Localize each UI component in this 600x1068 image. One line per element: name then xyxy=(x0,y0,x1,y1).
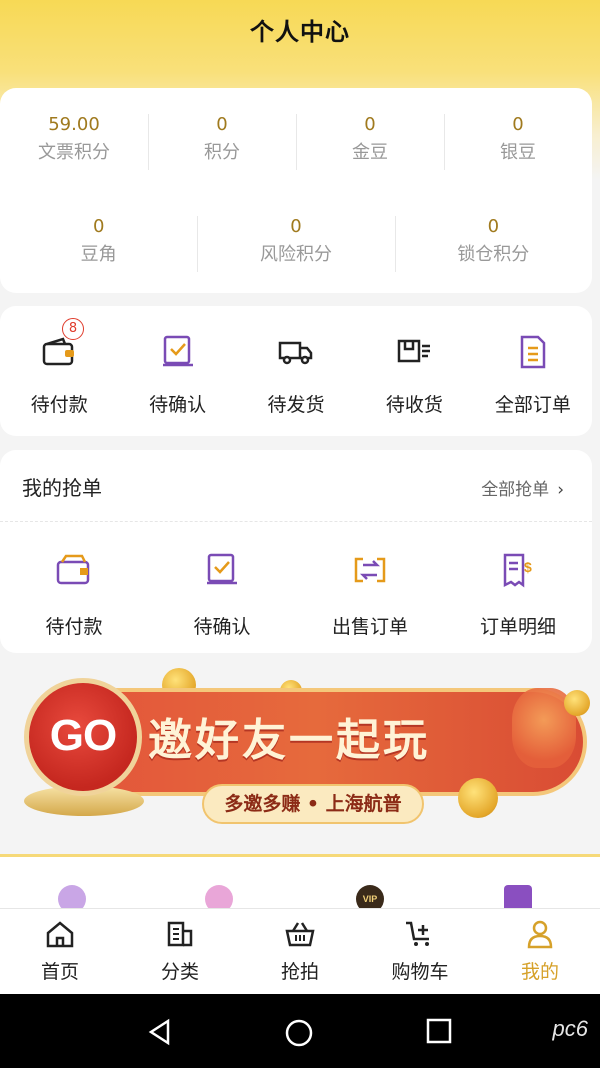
grab-order-details[interactable]: $ 订单明细 xyxy=(444,550,592,639)
all-grab-label: 全部抢单 xyxy=(481,480,550,500)
points-row-1: 59.00 文票积分 0 积分 0 金豆 0 银豆 xyxy=(0,112,592,172)
nav-label: 分类 xyxy=(160,961,199,983)
coin-decoration xyxy=(458,778,498,818)
points-value: 0 xyxy=(364,114,376,135)
services-row: VIP xyxy=(0,854,600,914)
order-pending-ship[interactable]: 待发货 xyxy=(237,332,355,417)
basket-icon xyxy=(285,922,315,947)
nav-cart[interactable]: 购物车 xyxy=(360,909,480,994)
banner-subline: 多邀多赚 • 上海航普 xyxy=(202,784,424,824)
profile-icon xyxy=(527,920,553,949)
points-label: 文票积分 xyxy=(38,142,110,163)
nav-profile[interactable]: 我的 xyxy=(480,909,600,994)
points-label: 银豆 xyxy=(500,142,536,163)
nav-label: 我的 xyxy=(520,961,559,983)
grab-label: 待确认 xyxy=(193,616,251,638)
cart-icon xyxy=(406,921,429,946)
banner-headline: 邀好友一起玩 xyxy=(148,715,430,766)
points-item-jifen[interactable]: 0 积分 xyxy=(148,112,296,172)
wallet-icon xyxy=(56,554,90,585)
wallet-icon xyxy=(42,337,75,366)
pending-count-badge: 8 xyxy=(62,318,84,340)
nav-home[interactable]: 首页 xyxy=(0,909,120,994)
points-value: 0 xyxy=(216,114,228,135)
points-value: 0 xyxy=(487,216,500,237)
grab-label: 出售订单 xyxy=(331,616,408,638)
points-item-jindou[interactable]: 0 金豆 xyxy=(296,112,444,172)
order-all[interactable]: 全部订单 xyxy=(474,332,592,417)
system-navigation-bar: pc6 xyxy=(0,994,600,1068)
order-label: 待收货 xyxy=(385,394,443,416)
points-label: 积分 xyxy=(204,142,240,163)
chevron-right-icon: › xyxy=(557,480,564,500)
points-value: 0 xyxy=(290,216,302,237)
package-icon xyxy=(398,339,431,363)
nav-label: 首页 xyxy=(40,961,79,983)
points-label: 金豆 xyxy=(352,142,388,163)
points-item-wenpiao[interactable]: 59.00 文票积分 xyxy=(0,112,148,172)
home-icon xyxy=(46,921,74,948)
points-item-locked[interactable]: 0 锁仓积分 xyxy=(394,214,592,274)
grab-label: 待付款 xyxy=(45,616,103,638)
points-value: 0 xyxy=(512,114,524,135)
nav-label: 购物车 xyxy=(391,961,449,983)
recents-icon[interactable] xyxy=(426,1018,452,1044)
points-label: 风险积分 xyxy=(259,244,332,265)
points-value: 59.00 xyxy=(48,114,100,135)
nav-grab[interactable]: 抢拍 xyxy=(240,909,360,994)
grab-header: 我的抢单 全部抢单 › xyxy=(0,450,592,522)
grab-label: 订单明细 xyxy=(479,616,556,638)
confirm-doc-icon xyxy=(207,553,237,585)
points-label: 锁仓积分 xyxy=(457,244,530,265)
points-item-risk[interactable]: 0 风险积分 xyxy=(197,214,394,274)
order-pending-receive[interactable]: 待收货 xyxy=(355,332,473,417)
order-label: 待发货 xyxy=(267,394,325,416)
grab-status-row: 待付款 待确认 出售订单 $ 订单明细 xyxy=(0,550,592,639)
order-status-row: 8 待付款 待确认 待发货 待收货 全部订单 xyxy=(0,318,592,417)
category-icon xyxy=(167,921,193,947)
points-item-yindou[interactable]: 0 银豆 xyxy=(444,112,592,172)
points-label: 豆角 xyxy=(80,244,117,265)
order-pending-payment[interactable]: 8 待付款 xyxy=(0,318,118,417)
home-circle-icon[interactable] xyxy=(284,1018,314,1048)
page-title: 个人中心 xyxy=(250,18,350,46)
go-badge: GO xyxy=(24,678,142,796)
coin-decoration xyxy=(564,690,590,716)
points-value: 0 xyxy=(92,216,105,237)
my-grab-orders-card: 我的抢单 全部抢单 › 待付款 待确认 出售订单 $ 订单明细 xyxy=(0,450,592,653)
order-list-icon xyxy=(520,335,546,369)
grab-pending-payment[interactable]: 待付款 xyxy=(0,550,148,639)
confirm-doc-icon xyxy=(162,335,193,367)
points-card: 59.00 文票积分 0 积分 0 金豆 0 银豆 0 豆角 0 风险积分 0 … xyxy=(0,88,592,293)
points-item-doujiao[interactable]: 0 豆角 xyxy=(0,214,197,274)
all-grab-orders-link[interactable]: 全部抢单 › xyxy=(481,475,564,500)
grab-pending-confirm[interactable]: 待确认 xyxy=(148,550,296,639)
section-title: 我的抢单 xyxy=(22,476,102,500)
order-label: 待确认 xyxy=(149,394,207,416)
invite-friends-banner[interactable]: GO 邀好友一起玩 多邀多赚 • 上海航普 xyxy=(12,668,600,828)
truck-icon xyxy=(278,341,313,365)
order-label: 全部订单 xyxy=(494,394,571,416)
bill-detail-icon: $ xyxy=(503,553,532,588)
order-pending-confirm[interactable]: 待确认 xyxy=(118,332,236,417)
nav-category[interactable]: 分类 xyxy=(120,909,240,994)
watermark: pc6 xyxy=(552,1016,588,1041)
svg-text:$: $ xyxy=(524,559,532,575)
back-icon[interactable] xyxy=(146,1018,174,1046)
order-label: 待付款 xyxy=(30,394,88,416)
exchange-icon xyxy=(354,557,386,583)
grab-sell-orders[interactable]: 出售订单 xyxy=(296,550,444,639)
points-row-2: 0 豆角 0 风险积分 0 锁仓积分 xyxy=(0,214,592,274)
nav-label: 抢拍 xyxy=(280,961,319,983)
orders-card: 8 待付款 待确认 待发货 待收货 全部订单 xyxy=(0,306,592,436)
bottom-navigation: 首页 分类 抢拍 购物车 我的 xyxy=(0,908,600,994)
